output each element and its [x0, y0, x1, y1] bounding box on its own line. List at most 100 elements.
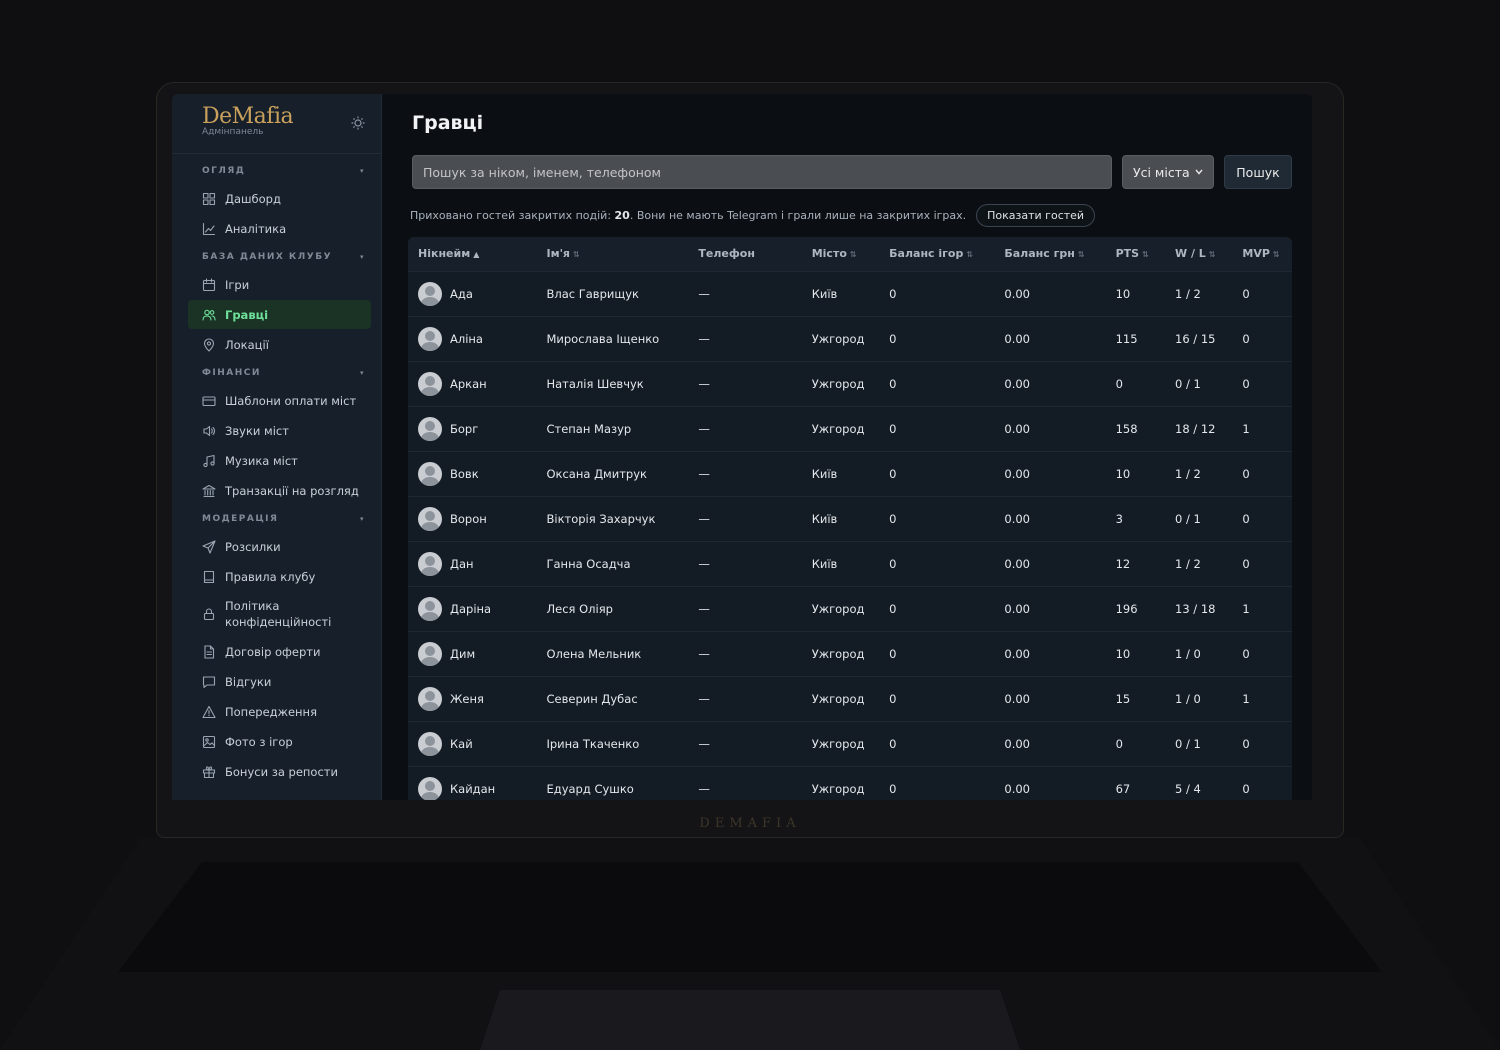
table-row[interactable]: Аліна Мирослава Іщенко — Ужгород 0 0.00 115 16 …: [408, 316, 1292, 361]
column-header-6[interactable]: PTS ⇅: [1106, 237, 1165, 271]
table-row[interactable]: Вовк Оксана Дмитрук — Київ 0 0.00 10 1 / 2 0: [408, 451, 1292, 496]
table-body: Ада Влас Гаврищук — Київ 0 0.00 10 1 / 2 0 Аліна М…: [408, 271, 1292, 800]
table-cell-7: 16 / 15: [1175, 331, 1216, 346]
sidebar-item-3-1[interactable]: Правила клубу: [188, 562, 371, 591]
nav-group-header[interactable]: МОДЕРАЦІЯ ▾: [172, 506, 381, 532]
table-cell-3: Ужгород: [811, 331, 865, 346]
sidebar-item-label: Гравці: [225, 307, 269, 322]
table-row[interactable]: Кай Ірина Ткаченко — Ужгород 0 0.00 0 0 / 1 0: [408, 721, 1292, 766]
table-row[interactable]: Кайдан Едуард Сушко — Ужгород 0 0.00 67 5 / 4 0: [408, 766, 1292, 800]
table-row[interactable]: Дан Ганна Осадча — Київ 0 0.00 12 1 / 2 0: [408, 541, 1292, 586]
column-header-8[interactable]: MVP ⇅: [1232, 237, 1292, 271]
book-icon: [203, 570, 215, 583]
table-cell-8: 0: [1242, 511, 1250, 526]
table-cell-8: 1: [1242, 421, 1250, 436]
speaker-icon: [203, 425, 216, 436]
city-select[interactable]: Усі міста: [1122, 155, 1214, 189]
table-cell-5: 0.00: [1004, 286, 1030, 301]
table-cell-2: —: [698, 556, 710, 571]
send-icon: [202, 539, 216, 554]
table-row[interactable]: Борг Степан Мазур — Ужгород 0 0.00 158 18 / 12 1: [408, 406, 1292, 451]
player-nick[interactable]: Аркан: [418, 371, 536, 396]
sidebar-item-0-0[interactable]: Дашборд: [188, 184, 371, 213]
table-row[interactable]: Ада Влас Гаврищук — Київ 0 0.00 10 1 / 2 0: [408, 271, 1292, 316]
column-header-5[interactable]: Баланс грн ⇅: [994, 237, 1105, 271]
sidebar-item-2-1[interactable]: Звуки міст: [188, 416, 371, 445]
sidebar-item-3-6[interactable]: Фото з ігор: [188, 727, 371, 756]
column-header-7[interactable]: W / L ⇅: [1165, 237, 1232, 271]
column-header-label: Місто: [811, 247, 847, 261]
player-nick[interactable]: Женя: [418, 686, 536, 711]
table-row[interactable]: Даріна Леся Оліяр — Ужгород 0 0.00 196 13 / 18 1: [408, 586, 1292, 631]
table-cell-5: 0.00: [1004, 646, 1030, 661]
sidebar-item-1-2[interactable]: Локації: [188, 330, 371, 359]
table-cell-5: 0.00: [1004, 601, 1030, 616]
sidebar-item-2-0[interactable]: Шаблони оплати міст: [188, 386, 371, 415]
avatar: [418, 461, 442, 486]
sidebar-item-2-3[interactable]: Транзакції на розгляд: [188, 476, 371, 505]
search-button[interactable]: Пошук: [1224, 155, 1292, 189]
table-row[interactable]: Дим Олена Мельник — Ужгород 0 0.00 10 1 / 0 0: [408, 631, 1292, 676]
sidebar-item-3-4[interactable]: Відгуки: [188, 667, 371, 696]
table-cell-7: 1 / 2: [1175, 466, 1201, 481]
sidebar-item-3-2[interactable]: Політика конфіденційності: [188, 592, 371, 636]
sidebar-item-1-1[interactable]: Гравці: [188, 300, 371, 329]
player-nick[interactable]: Даріна: [418, 596, 536, 621]
table-cell-0: Кай: [408, 721, 536, 766]
grid-icon: [202, 192, 216, 205]
column-header-label: W / L: [1175, 247, 1206, 261]
sidebar-item-label: Локації: [225, 337, 269, 352]
column-header-0[interactable]: Нікнейм ▲: [408, 237, 536, 271]
player-nick[interactable]: Дан: [418, 551, 536, 576]
column-header-4[interactable]: Баланс ігор ⇅: [879, 237, 994, 271]
sidebar-item-3-7[interactable]: Бонуси за репости: [188, 757, 371, 786]
column-header-2: Телефон: [688, 237, 801, 271]
sidebar-item-2-2[interactable]: Музика міст: [188, 446, 371, 475]
sidebar-item-3-3[interactable]: Договір оферти: [188, 637, 371, 666]
table-cell-3: Київ: [811, 511, 838, 526]
table-cell-5: 0.00: [1004, 466, 1030, 481]
table-cell-8: 0: [1242, 466, 1250, 481]
table-cell-3: Ужгород: [811, 601, 865, 616]
table-row[interactable]: Ворон Вікторія Захарчук — Київ 0 0.00 3 0 / 1 0: [408, 496, 1292, 541]
logo: DeMafia: [202, 104, 294, 129]
nav-group-label: БАЗА ДАНИХ КЛУБУ: [202, 252, 333, 262]
table-cell-3: Київ: [811, 556, 838, 571]
nav-group-header[interactable]: БАЗА ДАНИХ КЛУБУ ▾: [172, 244, 381, 270]
sidebar-item-label: Правила клубу: [225, 569, 316, 584]
player-nick[interactable]: Кай: [418, 731, 536, 756]
avatar: [418, 326, 442, 351]
table-cell-7: 0 / 1: [1175, 376, 1201, 391]
column-header-1[interactable]: Ім'я ⇅: [536, 237, 688, 271]
table-row[interactable]: Женя Северин Дубас — Ужгород 0 0.00 15 1 / 0 1: [408, 676, 1292, 721]
column-header-label: Телефон: [698, 247, 755, 261]
sidebar-item-3-0[interactable]: Розсилки: [188, 532, 371, 561]
table-cell-1: Олена Мельник: [546, 646, 642, 661]
table-cell-6: 10: [1115, 286, 1131, 301]
player-nick[interactable]: Вовк: [418, 461, 536, 486]
column-header-3[interactable]: Місто ⇅: [802, 237, 879, 271]
show-guests-button[interactable]: Показати гостей: [976, 203, 1096, 227]
nav-group-header[interactable]: ФІНАНСИ ▾: [172, 360, 381, 386]
pin-icon: [203, 337, 215, 352]
search-input[interactable]: [412, 155, 1112, 189]
avatar: [418, 371, 442, 396]
sun-icon[interactable]: [351, 116, 365, 130]
sidebar-item-label: Розсилки: [225, 539, 281, 554]
table-cell-8: 0: [1242, 781, 1250, 796]
table-row[interactable]: Аркан Наталія Шевчук — Ужгород 0 0.00 0 0 / 1 0: [408, 361, 1292, 406]
sidebar-item-1-0[interactable]: Ігри: [188, 270, 371, 299]
player-nick[interactable]: Борг: [418, 416, 536, 441]
sidebar-item-3-5[interactable]: Попередження: [188, 697, 371, 726]
sidebar-item-0-1[interactable]: Аналітика: [188, 214, 371, 243]
player-nick[interactable]: Кайдан: [418, 776, 536, 800]
nav-group-header[interactable]: ОГЛЯД ▾: [172, 158, 381, 184]
player-nick[interactable]: Дим: [418, 641, 536, 666]
avatar: [418, 281, 442, 306]
player-nick[interactable]: Аліна: [418, 326, 536, 351]
table-cell-6: 115: [1115, 331, 1138, 346]
player-nick-text: Кайдан: [450, 781, 496, 796]
player-nick[interactable]: Ада: [418, 281, 536, 306]
player-nick[interactable]: Ворон: [418, 506, 536, 531]
nav-group-label: МОДЕРАЦІЯ: [202, 514, 279, 524]
